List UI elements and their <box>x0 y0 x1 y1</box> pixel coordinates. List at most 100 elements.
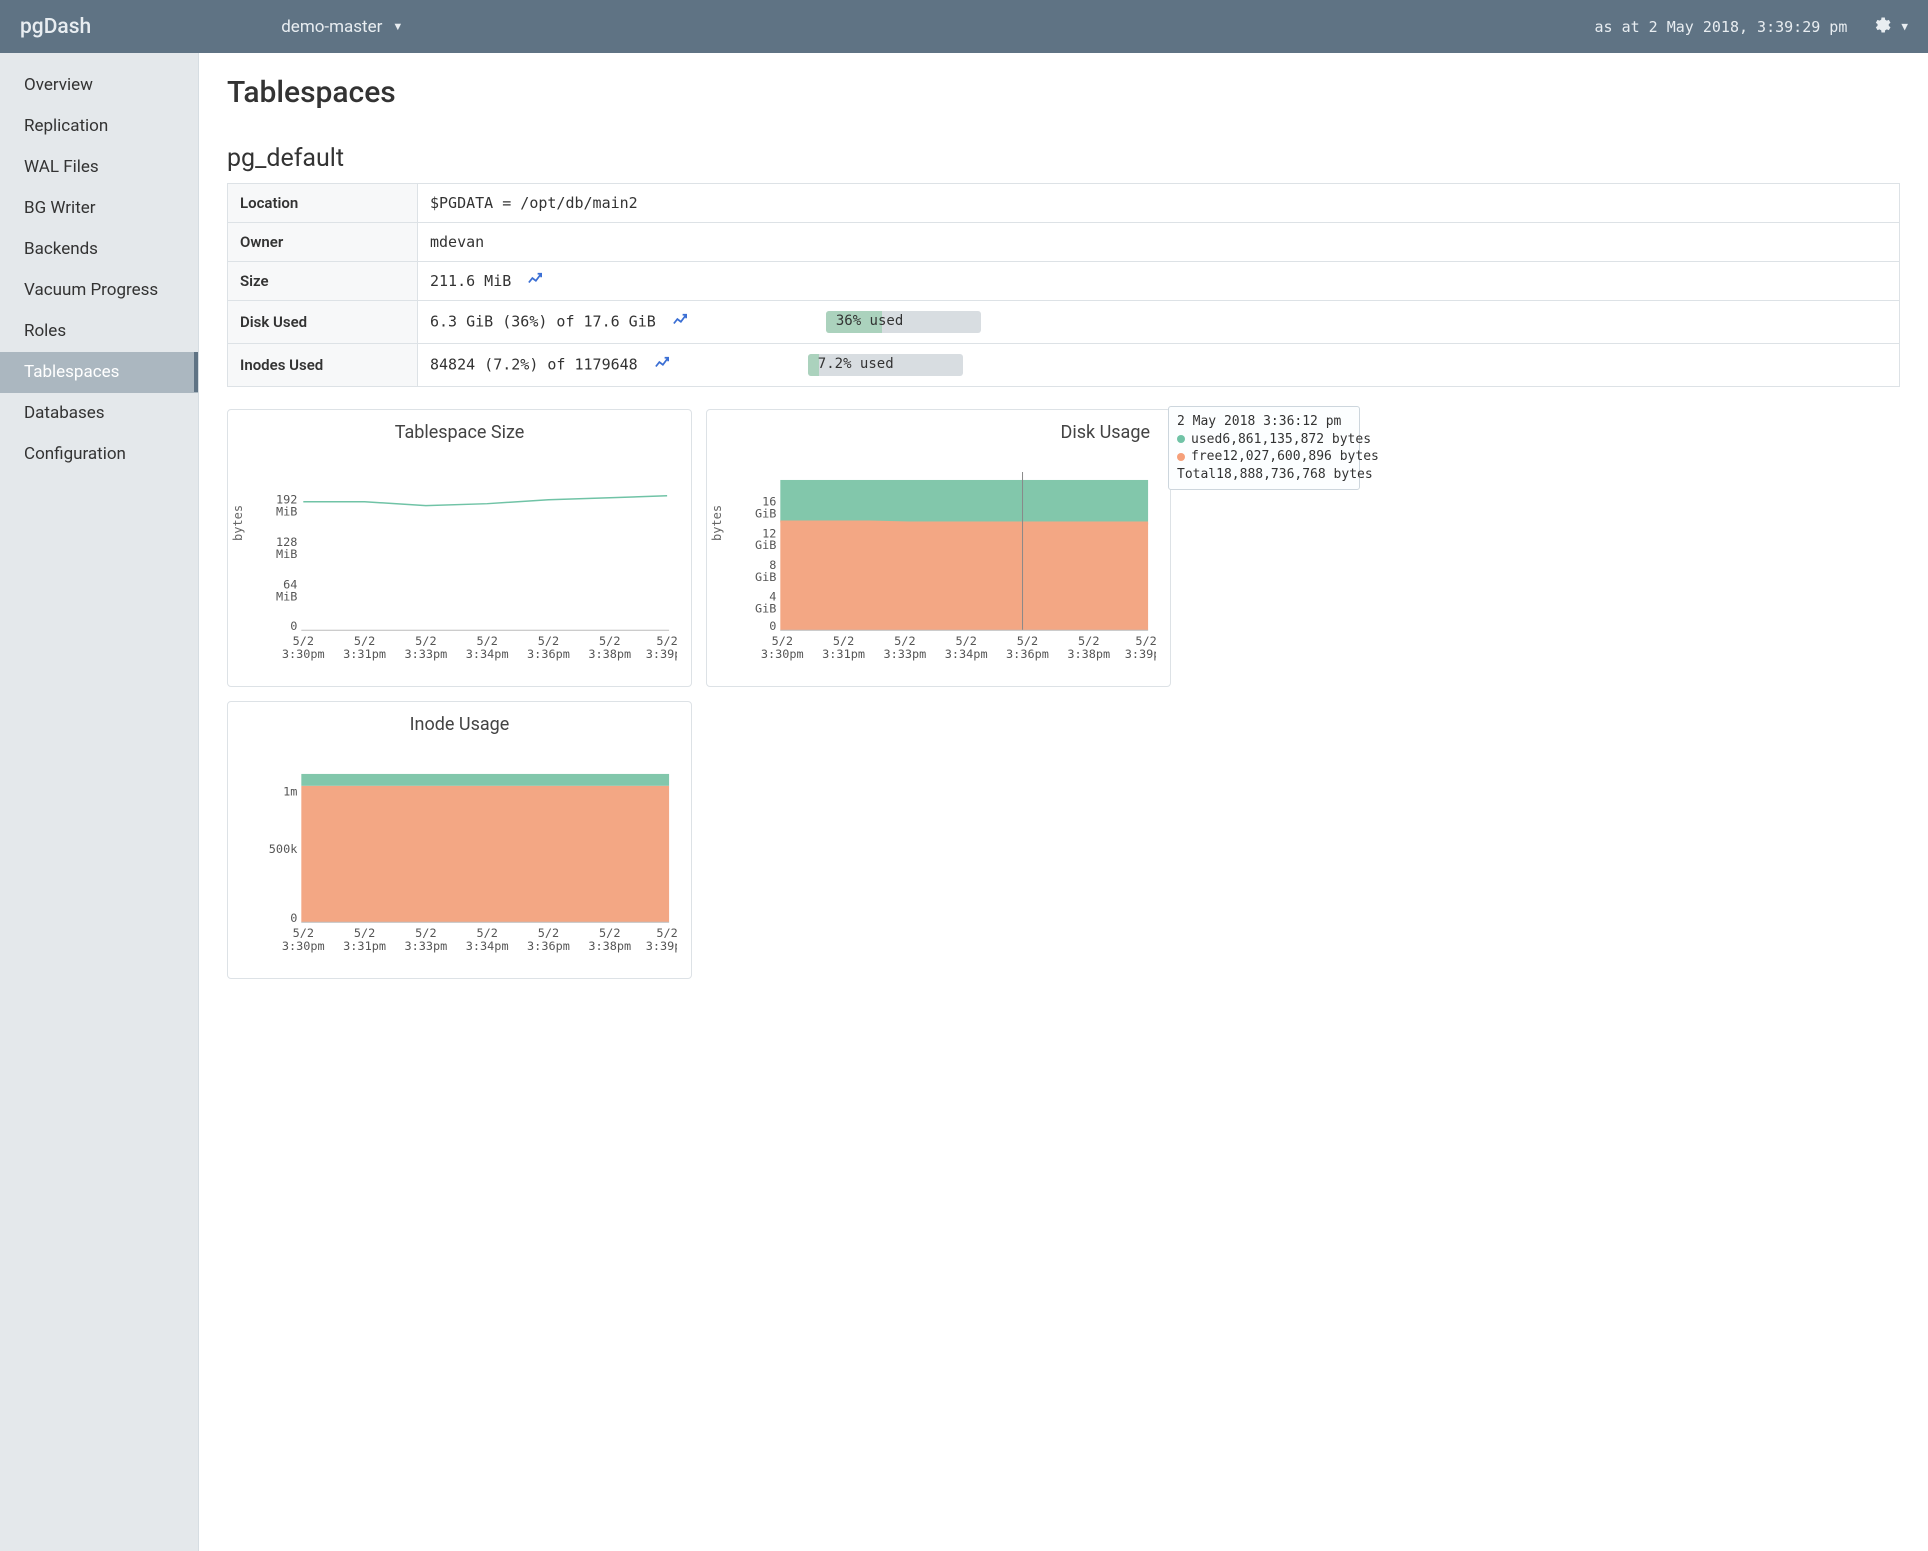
svg-text:3:30pm: 3:30pm <box>282 647 325 661</box>
inodes-progress-label: 7.2% used <box>818 356 894 372</box>
svg-text:3:36pm: 3:36pm <box>527 939 570 953</box>
label-disk: Disk Used <box>228 301 418 344</box>
value-disk: 6.3 GiB (36%) of 17.6 GiB <box>430 313 656 331</box>
row-disk: Disk Used 6.3 GiB (36%) of 17.6 GiB 36% … <box>228 301 1900 344</box>
dot-icon <box>1177 453 1185 461</box>
disk-progress: 36% used <box>826 311 981 333</box>
svg-text:3:33pm: 3:33pm <box>404 647 447 661</box>
chart-tablespace-size: Tablespace Size bytes 0 64 MiB 128 MiB 1… <box>227 409 692 687</box>
tooltip-total-value: 18,888,736,768 bytes <box>1216 466 1373 484</box>
svg-text:3:34pm: 3:34pm <box>466 647 509 661</box>
svg-text:3:31pm: 3:31pm <box>343 647 386 661</box>
sidebar-item-vacuum[interactable]: Vacuum Progress <box>0 270 198 311</box>
tooltip-total-label: Total <box>1177 466 1216 484</box>
svg-text:MiB: MiB <box>276 505 297 519</box>
svg-text:3:36pm: 3:36pm <box>527 647 570 661</box>
charts-row-1: Tablespace Size bytes 0 64 MiB 128 MiB 1… <box>227 409 1900 687</box>
svg-text:3:38pm: 3:38pm <box>588 939 631 953</box>
page-title: Tablespaces <box>227 75 1900 110</box>
settings-menu[interactable]: ▼ <box>1871 15 1908 39</box>
tooltip-used-label: used <box>1191 431 1222 449</box>
topbar-right: as at 2 May 2018, 3:39:29 pm ▼ <box>1595 15 1909 39</box>
sidebar-item-backends[interactable]: Backends <box>0 229 198 270</box>
svg-text:500k: 500k <box>269 842 298 856</box>
tooltip-free-value: 12,027,600,896 bytes <box>1222 448 1379 466</box>
tooltip-free-label: free <box>1191 448 1222 466</box>
dot-icon <box>1177 435 1185 443</box>
svg-text:3:31pm: 3:31pm <box>822 647 865 661</box>
timestamp: as at 2 May 2018, 3:39:29 pm <box>1595 18 1848 36</box>
inodes-progress: 7.2% used <box>808 354 963 376</box>
label-inodes: Inodes Used <box>228 344 418 387</box>
sidebar-item-replication[interactable]: Replication <box>0 106 198 147</box>
server-selector[interactable]: demo-master ▼ <box>281 17 403 37</box>
gear-icon <box>1871 15 1891 39</box>
row-size: Size 211.6 MiB <box>228 262 1900 301</box>
disk-progress-label: 36% used <box>836 313 903 329</box>
sidebar: Overview Replication WAL Files BG Writer… <box>0 53 199 1551</box>
svg-text:3:39pm: 3:39pm <box>646 939 677 953</box>
svg-text:3:30pm: 3:30pm <box>761 647 804 661</box>
chart-title: Inode Usage <box>242 714 677 735</box>
svg-text:MiB: MiB <box>276 547 297 561</box>
svg-text:GiB: GiB <box>755 570 776 584</box>
svg-text:0: 0 <box>290 619 297 633</box>
value-owner: mdevan <box>418 223 1900 262</box>
chart-icon[interactable] <box>673 313 696 331</box>
svg-text:3:39pm: 3:39pm <box>1125 647 1156 661</box>
svg-text:0: 0 <box>769 619 776 633</box>
brand: pgDash <box>20 15 91 39</box>
server-name: demo-master <box>281 17 382 37</box>
sidebar-item-databases[interactable]: Databases <box>0 393 198 434</box>
topbar: pgDash demo-master ▼ as at 2 May 2018, 3… <box>0 0 1928 53</box>
sidebar-item-bgwriter[interactable]: BG Writer <box>0 188 198 229</box>
chart-svg: 0 64 MiB 128 MiB 192 MiB 5/23:30pm <box>242 451 677 676</box>
charts-row-2: Inode Usage 0 500k 1m 5/23:30pm 5/23:31p… <box>227 701 1900 979</box>
tooltip-used-value: 6,861,135,872 bytes <box>1222 431 1371 449</box>
label-owner: Owner <box>228 223 418 262</box>
label-location: Location <box>228 184 418 223</box>
sidebar-item-roles[interactable]: Roles <box>0 311 198 352</box>
chart-tooltip: 2 May 2018 3:36:12 pm used6,861,135,872 … <box>1168 406 1360 490</box>
svg-text:1m: 1m <box>283 785 297 799</box>
svg-text:3:38pm: 3:38pm <box>1067 647 1110 661</box>
tablespace-info-table: Location $PGDATA = /opt/db/main2 Owner m… <box>227 183 1900 387</box>
chart-svg: 0 4GiB 8GiB 12GiB 16GiB 5/23:30pm 5/23:3… <box>721 451 1156 676</box>
sidebar-item-overview[interactable]: Overview <box>0 65 198 106</box>
sidebar-item-walfiles[interactable]: WAL Files <box>0 147 198 188</box>
tooltip-time: 2 May 2018 3:36:12 pm <box>1177 413 1351 431</box>
value-location: $PGDATA = /opt/db/main2 <box>418 184 1900 223</box>
row-location: Location $PGDATA = /opt/db/main2 <box>228 184 1900 223</box>
caret-down-icon: ▼ <box>1901 20 1908 33</box>
chart-title: Disk Usage <box>721 422 1156 443</box>
svg-text:3:34pm: 3:34pm <box>945 647 988 661</box>
chart-inode-usage: Inode Usage 0 500k 1m 5/23:30pm 5/23:31p… <box>227 701 692 979</box>
main: Tablespaces pg_default Location $PGDATA … <box>199 53 1928 1551</box>
sidebar-item-tablespaces[interactable]: Tablespaces <box>0 352 198 393</box>
svg-text:3:30pm: 3:30pm <box>282 939 325 953</box>
svg-text:MiB: MiB <box>276 590 297 604</box>
svg-text:3:34pm: 3:34pm <box>466 939 509 953</box>
svg-text:3:36pm: 3:36pm <box>1006 647 1049 661</box>
value-inodes: 84824 (7.2%) of 1179648 <box>430 356 638 374</box>
svg-text:3:33pm: 3:33pm <box>404 939 447 953</box>
chart-icon[interactable] <box>655 356 678 374</box>
row-inodes: Inodes Used 84824 (7.2%) of 1179648 7.2%… <box>228 344 1900 387</box>
y-axis-label: bytes <box>231 504 245 540</box>
svg-text:3:38pm: 3:38pm <box>588 647 631 661</box>
value-size: 211.6 MiB <box>430 272 511 290</box>
svg-text:3:33pm: 3:33pm <box>883 647 926 661</box>
chart-svg: 0 500k 1m 5/23:30pm 5/23:31pm 5/23:33pm … <box>242 743 677 968</box>
caret-down-icon: ▼ <box>392 20 403 33</box>
svg-text:GiB: GiB <box>755 507 776 521</box>
chart-icon[interactable] <box>528 272 542 290</box>
row-owner: Owner mdevan <box>228 223 1900 262</box>
chart-title: Tablespace Size <box>242 422 677 443</box>
svg-text:GiB: GiB <box>755 538 776 552</box>
svg-text:3:39pm: 3:39pm <box>646 647 677 661</box>
svg-text:GiB: GiB <box>755 601 776 615</box>
sidebar-item-configuration[interactable]: Configuration <box>0 434 198 475</box>
label-size: Size <box>228 262 418 301</box>
svg-text:3:31pm: 3:31pm <box>343 939 386 953</box>
section-title: pg_default <box>227 144 1900 173</box>
